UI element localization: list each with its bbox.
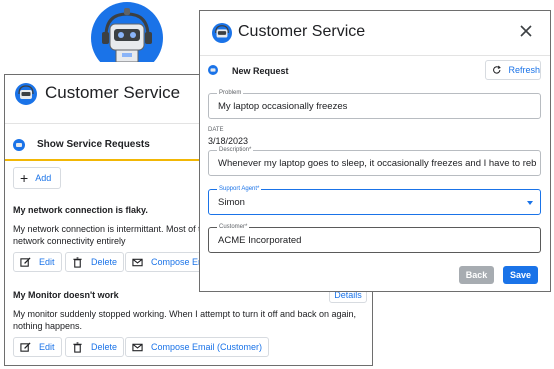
back-button[interactable]: Back [459, 266, 494, 284]
refresh-icon [493, 65, 501, 74]
divider [200, 55, 550, 56]
mail-icon [132, 258, 143, 266]
mail-icon [132, 343, 143, 351]
date-value[interactable]: 3/18/2023 [208, 136, 248, 146]
save-button[interactable]: Save [503, 266, 538, 284]
delete-button[interactable]: Delete [65, 337, 125, 357]
request-title: My network connection is flaky. [13, 205, 148, 215]
request-title: My Monitor doesn't work [13, 290, 119, 300]
compose-email-button[interactable]: Compose Email (Customer) [125, 337, 270, 357]
trash-icon [73, 256, 82, 268]
section-title: New Request [232, 66, 289, 76]
new-request-dialog: Customer Service New Request Refresh Pro… [199, 10, 551, 292]
plus-icon: + [20, 170, 29, 186]
edit-button[interactable]: Edit [13, 337, 62, 357]
robot-mascot-icon [91, 2, 163, 62]
app-title: Customer Service [45, 83, 181, 102]
customer-field[interactable]: Customer* ACME Incorporated [208, 223, 541, 253]
edit-button[interactable]: Edit [13, 252, 62, 272]
close-icon[interactable] [518, 23, 534, 39]
chevron-down-icon[interactable] [527, 201, 533, 205]
logo-icon [212, 23, 232, 43]
support-agent-select[interactable]: Support Agent* Simon [208, 185, 541, 215]
logo-icon [13, 139, 25, 151]
problem-field[interactable]: Problem My laptop occasionally freezes [208, 89, 541, 119]
dialog-title: Customer Service [238, 23, 366, 40]
delete-button[interactable]: Delete [65, 252, 125, 272]
trash-icon [73, 341, 82, 353]
edit-icon [20, 256, 31, 267]
logo-icon [208, 65, 218, 75]
refresh-button[interactable]: Refresh [485, 60, 541, 80]
tab-show-service-requests[interactable]: Show Service Requests [37, 139, 150, 150]
description-field[interactable]: Description* Whenever my laptop goes to … [208, 146, 541, 176]
request-description: My monitor suddenly stopped working. Whe… [13, 309, 357, 331]
date-label: DATE [208, 127, 224, 133]
edit-icon [20, 341, 31, 352]
logo-icon [15, 83, 37, 105]
add-button[interactable]: + Add [13, 167, 61, 189]
